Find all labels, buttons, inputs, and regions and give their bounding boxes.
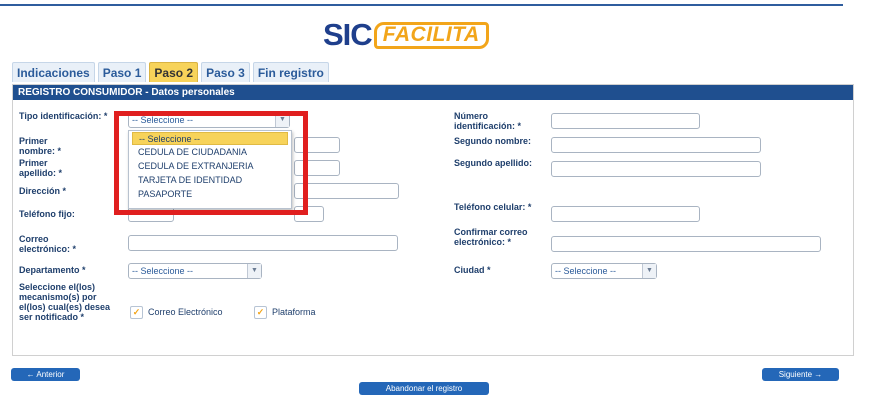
segundo-apellido-input[interactable] bbox=[551, 161, 761, 177]
tab-fin-registro[interactable]: Fin registro bbox=[252, 62, 329, 82]
correo-input[interactable] bbox=[128, 235, 398, 251]
numero-identificacion-input[interactable] bbox=[551, 113, 700, 129]
anterior-button[interactable]: ← Anterior bbox=[11, 368, 80, 381]
tab-paso-3[interactable]: Paso 3 bbox=[201, 62, 250, 82]
checkbox-plataforma[interactable]: ✓ bbox=[254, 306, 267, 319]
confirmar-correo-input[interactable] bbox=[551, 236, 821, 252]
label-ciudad: Ciudad * bbox=[454, 265, 491, 275]
panel-title: REGISTRO CONSUMIDOR - Datos personales bbox=[13, 85, 853, 100]
departamento-value: -- Seleccione -- bbox=[132, 266, 194, 276]
label-correo: Correo electrónico: * bbox=[19, 234, 77, 254]
label-segundo-nombre: Segundo nombre: bbox=[454, 136, 531, 146]
checkbox-correo-electronico[interactable]: ✓ bbox=[130, 306, 143, 319]
wizard-tabs: Indicaciones Paso 1 Paso 2 Paso 3 Fin re… bbox=[12, 62, 329, 82]
logo-facilita-text: FACILITA bbox=[382, 23, 480, 46]
tab-paso-1[interactable]: Paso 1 bbox=[97, 62, 147, 82]
chevron-down-icon: ▼ bbox=[642, 264, 656, 278]
checkbox-label-correo: Correo Electrónico bbox=[148, 307, 223, 317]
tab-paso-2[interactable]: Paso 2 bbox=[149, 62, 199, 82]
label-primer-apellido: Primer apellido: * bbox=[19, 158, 63, 178]
sic-facilita-logo: SIC FACILITA bbox=[323, 17, 489, 52]
top-divider bbox=[0, 4, 843, 6]
ciudad-select[interactable]: -- Seleccione -- ▼ bbox=[551, 263, 657, 279]
siguiente-button[interactable]: Siguiente → bbox=[762, 368, 839, 381]
label-primer-nombre: Primer nombre: * bbox=[19, 136, 62, 156]
label-departamento: Departamento * bbox=[19, 265, 86, 275]
ciudad-value: -- Seleccione -- bbox=[555, 266, 617, 276]
abandonar-registro-button[interactable]: Abandonar el registro bbox=[359, 382, 489, 395]
departamento-select[interactable]: -- Seleccione -- ▼ bbox=[128, 263, 262, 279]
label-telefono-celular: Teléfono celular: * bbox=[454, 202, 532, 212]
tab-indicaciones[interactable]: Indicaciones bbox=[12, 62, 95, 82]
label-direccion: Dirección * bbox=[19, 186, 67, 196]
label-segundo-apellido: Segundo apellido: bbox=[454, 158, 532, 168]
chevron-down-icon: ▼ bbox=[247, 264, 261, 278]
logo-facilita-box: FACILITA bbox=[373, 21, 489, 49]
label-numero-identificacion: Número identificación: * bbox=[454, 111, 522, 131]
segundo-nombre-input[interactable] bbox=[551, 137, 761, 153]
highlight-annotation-box bbox=[114, 111, 308, 215]
checkbox-label-plataforma: Plataforma bbox=[272, 307, 316, 317]
label-mecanismos: Seleccione el(los) mecanismo(s) por el(l… bbox=[19, 282, 111, 322]
telefono-celular-input[interactable] bbox=[551, 206, 700, 222]
label-confirmar-correo: Confirmar correo electrónico: * bbox=[454, 227, 528, 247]
logo-sic-text: SIC bbox=[323, 17, 373, 52]
direccion-input[interactable] bbox=[294, 183, 399, 199]
label-telefono-fijo: Teléfono fijo: bbox=[19, 209, 75, 219]
label-tipo-identificacion: Tipo identificación: * bbox=[19, 111, 108, 121]
